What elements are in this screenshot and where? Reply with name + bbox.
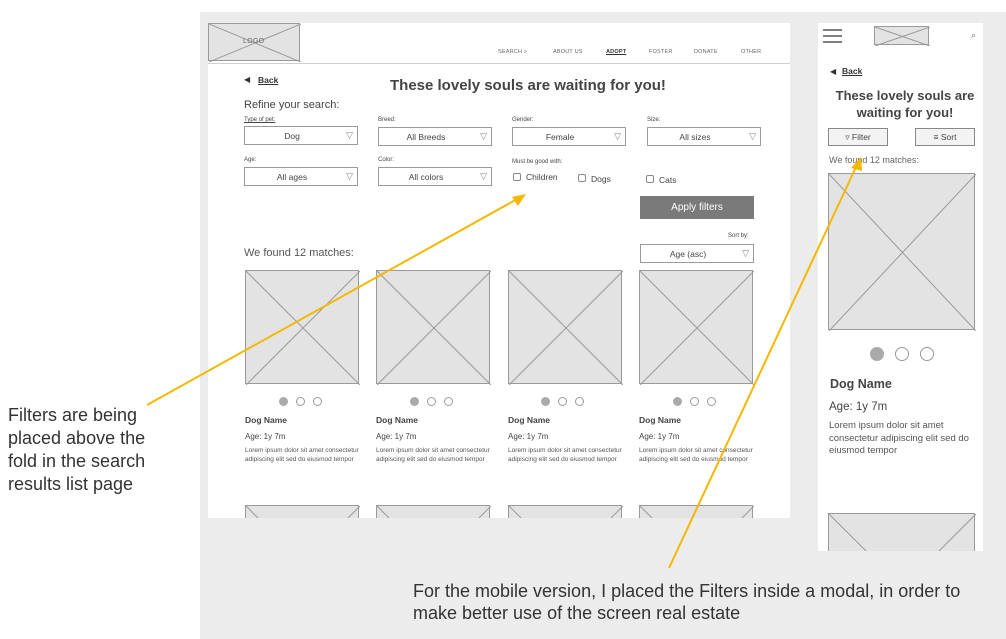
dropdown-icon: ▽ [346, 171, 353, 181]
dog-photo[interactable] [828, 173, 976, 331]
sort-icon: ≡ [933, 132, 939, 142]
size-select[interactable]: All sizes ▽ [647, 127, 761, 146]
nav-other[interactable]: OTHER [741, 49, 761, 55]
checkbox-dogs[interactable] [578, 174, 586, 182]
dropdown-icon: ▽ [480, 131, 487, 141]
dog-name[interactable]: Dog Name [376, 415, 418, 425]
search-icon: ⌕ [523, 49, 528, 55]
dog-photo[interactable] [376, 505, 491, 518]
checkbox-children[interactable] [513, 173, 521, 181]
carousel-dot-active[interactable] [541, 397, 550, 406]
carousel-dot[interactable] [707, 397, 716, 406]
dog-age: Age: 1y 7m [245, 432, 286, 441]
dog-age: Age: 1y 7m [376, 432, 417, 441]
dropdown-icon: ▽ [346, 130, 353, 140]
age-label: Age: [244, 157, 257, 163]
matches-count: We found 12 matches: [829, 155, 919, 165]
carousel-dot[interactable] [575, 397, 584, 406]
dog-photo[interactable] [639, 505, 754, 518]
color-label: Color: [378, 157, 395, 163]
desktop-wireframe: LOGO SEARCH ⌕ ABOUT US ADOPT FOSTER DONA… [208, 23, 790, 518]
apply-filters-button[interactable]: Apply filters [640, 196, 754, 219]
dog-age: Age: 1y 7m [508, 432, 549, 441]
carousel-dot[interactable] [558, 397, 567, 406]
checkbox-cats[interactable] [646, 175, 654, 183]
dog-photo[interactable] [508, 505, 623, 518]
nav-donate[interactable]: DONATE [694, 49, 718, 55]
type-select[interactable]: Dog ▽ [244, 126, 358, 145]
dog-description: Lorem ipsum dolor sit amet consectetur a… [829, 420, 969, 456]
dog-photo[interactable] [376, 270, 491, 385]
dog-photo[interactable] [245, 505, 360, 518]
nav-about-us[interactable]: ABOUT US [553, 49, 583, 55]
checkbox-children-label: Children [526, 172, 558, 182]
dog-photo[interactable] [639, 270, 754, 385]
breed-select[interactable]: All Breeds ▽ [378, 127, 492, 146]
carousel-dot[interactable] [313, 397, 322, 406]
back-link[interactable]: Back [258, 75, 278, 85]
logo[interactable] [874, 26, 930, 46]
matches-count: We found 12 matches: [244, 247, 354, 259]
dog-name[interactable]: Dog Name [830, 377, 892, 391]
nav-foster[interactable]: FOSTER [649, 49, 673, 55]
logo[interactable]: LOGO [208, 23, 301, 62]
annotation-filters-note: Filters are being placed above the fold … [8, 405, 146, 494]
dog-description: Lorem ipsum dolor sit amet consectetur a… [245, 447, 359, 463]
back-arrow-icon: ◀ [244, 75, 251, 84]
search-icon[interactable]: ⌕ [971, 30, 976, 41]
age-select[interactable]: All ages ▽ [244, 167, 358, 186]
dog-age: Age: 1y 7m [639, 432, 680, 441]
carousel-dot-active[interactable] [279, 397, 288, 406]
carousel-dot-active[interactable] [410, 397, 419, 406]
page-title: These lovely souls are waiting for you! [390, 77, 666, 94]
dropdown-icon: ▽ [749, 131, 756, 141]
carousel-dot[interactable] [895, 347, 909, 361]
back-link[interactable]: Back [842, 66, 862, 76]
mobile-wireframe: ⌕ ◀ Back These lovely souls are waiting … [818, 23, 983, 551]
checkbox-cats-label: Cats [659, 175, 677, 185]
site-header: LOGO SEARCH ⌕ ABOUT US ADOPT FOSTER DONA… [208, 23, 790, 64]
dog-description: Lorem ipsum dolor sit amet consectetur a… [639, 447, 753, 463]
filter-button[interactable]: ▿ Filter [828, 128, 888, 146]
carousel-dot[interactable] [427, 397, 436, 406]
hamburger-menu-icon[interactable] [823, 29, 842, 43]
sort-by-label: Sort by: [728, 233, 749, 239]
sort-button[interactable]: ≡ Sort [915, 128, 975, 146]
refine-heading: Refine your search: [244, 99, 340, 111]
dog-photo[interactable] [508, 270, 623, 385]
page-title: These lovely souls are waiting for you! [835, 88, 975, 120]
dog-photo[interactable] [828, 513, 976, 551]
dropdown-icon: ▽ [742, 248, 749, 258]
logo-text: LOGO [243, 38, 265, 45]
dog-name[interactable]: Dog Name [245, 415, 287, 425]
color-select[interactable]: All colors ▽ [378, 167, 492, 186]
gender-label: Gender: [512, 117, 534, 123]
size-label: Size: [647, 117, 661, 123]
filter-icon: ▿ [845, 132, 850, 142]
breed-label: Breed: [378, 117, 396, 123]
dog-description: Lorem ipsum dolor sit amet consectetur a… [508, 447, 622, 463]
nav-search[interactable]: SEARCH ⌕ [498, 49, 527, 56]
gender-select[interactable]: Female ▽ [512, 127, 626, 146]
back-arrow-icon: ◀ [830, 67, 837, 76]
carousel-dot[interactable] [690, 397, 699, 406]
carousel-dot[interactable] [296, 397, 305, 406]
carousel-dot[interactable] [444, 397, 453, 406]
dog-name[interactable]: Dog Name [508, 415, 550, 425]
dropdown-icon: ▽ [480, 171, 487, 181]
dropdown-icon: ▽ [614, 131, 621, 141]
good-with-label: Must be good with: [512, 159, 563, 165]
sort-select[interactable]: Age (asc) ▽ [640, 244, 754, 263]
type-label: Type of pet: [244, 117, 276, 123]
checkbox-dogs-label: Dogs [591, 174, 611, 184]
carousel-dot-active[interactable] [673, 397, 682, 406]
dog-age: Age: 1y 7m [829, 401, 888, 413]
carousel-dot[interactable] [920, 347, 934, 361]
dog-description: Lorem ipsum dolor sit amet consectetur a… [376, 447, 490, 463]
dog-name[interactable]: Dog Name [639, 415, 681, 425]
dog-photo[interactable] [245, 270, 360, 385]
carousel-dot-active[interactable] [870, 347, 884, 361]
annotation-mobile-note: For the mobile version, I placed the Fil… [413, 581, 961, 623]
nav-adopt[interactable]: ADOPT [606, 49, 626, 55]
